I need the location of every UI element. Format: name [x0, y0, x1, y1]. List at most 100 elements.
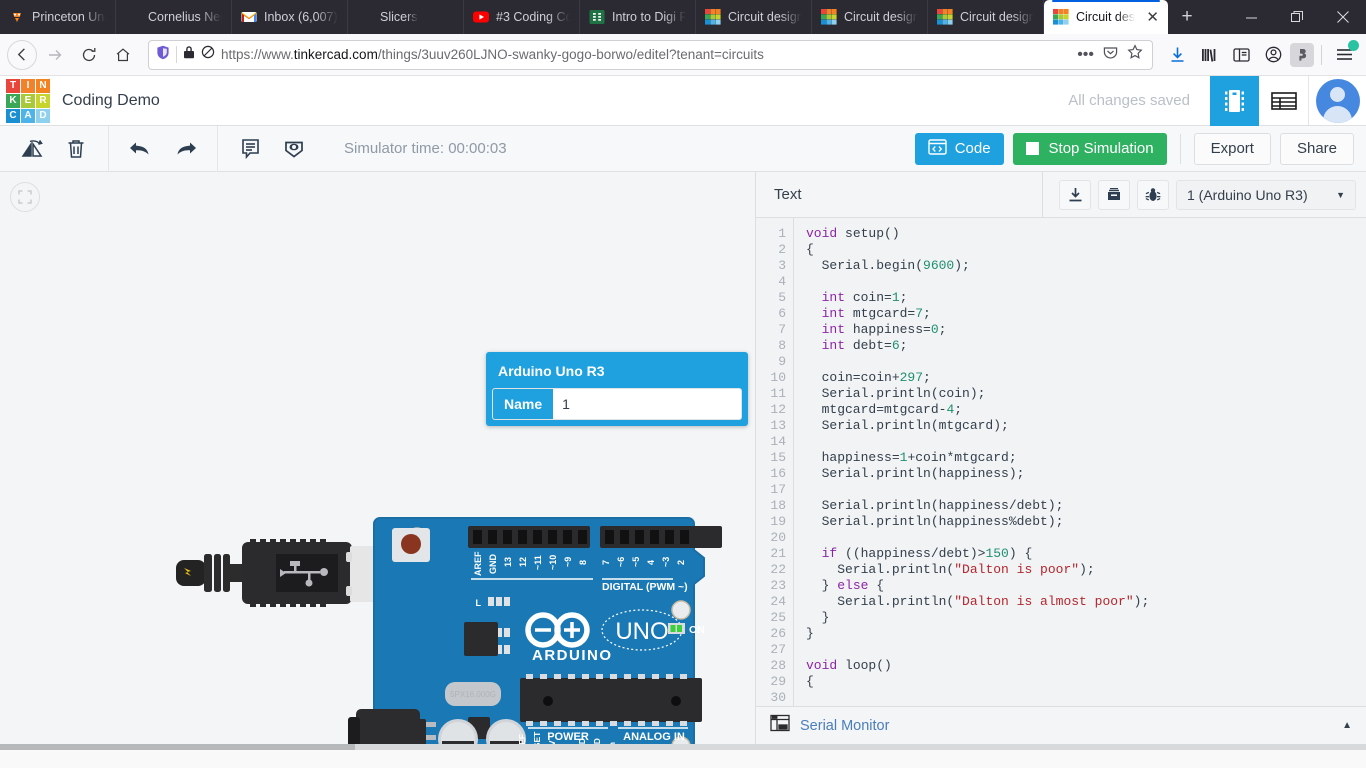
- code-line[interactable]: Serial.println(happiness%debt);: [806, 514, 1366, 530]
- tracking-protection-icon[interactable]: [201, 45, 215, 64]
- minimize-button[interactable]: [1228, 0, 1274, 34]
- code-line[interactable]: [806, 354, 1366, 370]
- redo-icon[interactable]: [163, 126, 207, 171]
- browser-tab-label: Circuit design: [728, 10, 802, 24]
- back-button[interactable]: [7, 39, 37, 70]
- browser-tab[interactable]: Intro to Digi F: [580, 0, 696, 34]
- browser-tab[interactable]: Inbox (6,007) -: [232, 0, 348, 34]
- code-line[interactable]: Serial.println(happiness);: [806, 466, 1366, 482]
- code-line-number: 25: [770, 610, 786, 625]
- restore-button[interactable]: [1274, 0, 1320, 34]
- rotate-icon[interactable]: [10, 126, 54, 171]
- browser-tab[interactable]: Cornelius Nepos: [116, 0, 232, 34]
- code-line[interactable]: Serial.println("Dalton is poor");: [806, 562, 1366, 578]
- code-line[interactable]: mtgcard=mtgcard-4;: [806, 402, 1366, 418]
- scrollbar-thumb[interactable]: [0, 744, 355, 750]
- component-inspector[interactable]: Arduino Uno R3 Name 1: [486, 352, 748, 426]
- board-selector[interactable]: 1 (Arduino Uno R3) ▼: [1176, 179, 1356, 210]
- code-line[interactable]: }: [806, 610, 1366, 626]
- notes-icon[interactable]: [228, 126, 272, 171]
- account-icon[interactable]: [1258, 40, 1288, 70]
- inspector-name-input[interactable]: 1: [553, 389, 741, 419]
- code-line[interactable]: [806, 642, 1366, 658]
- close-icon[interactable]: ✕: [1146, 10, 1159, 25]
- browser-tab[interactable]: Circuit design: [928, 0, 1044, 34]
- logo-cell: D: [36, 108, 50, 123]
- hide-icon[interactable]: [272, 126, 316, 171]
- serial-monitor-bar[interactable]: Serial Monitor ▲: [756, 706, 1366, 744]
- downloads-icon[interactable]: [1162, 40, 1192, 70]
- horizontal-scrollbar[interactable]: [0, 744, 1366, 750]
- code-line[interactable]: [806, 434, 1366, 450]
- forward-button[interactable]: [39, 39, 71, 71]
- code-line[interactable]: int coin=1;: [806, 290, 1366, 306]
- svg-text:GND: GND: [592, 738, 602, 744]
- library-icon[interactable]: [1098, 179, 1130, 210]
- code-line[interactable]: int mtgcard=7;: [806, 306, 1366, 322]
- code-button[interactable]: Code: [914, 132, 1004, 165]
- code-line[interactable]: } else {: [806, 578, 1366, 594]
- excel-icon: [589, 9, 605, 25]
- code-line[interactable]: if ((happiness/debt)>150) {: [806, 546, 1366, 562]
- undo-icon[interactable]: [119, 126, 163, 171]
- tinkercad-logo[interactable]: TIN KER CAD: [0, 78, 52, 123]
- table-view-icon[interactable]: [1259, 76, 1308, 126]
- user-avatar[interactable]: [1308, 76, 1366, 125]
- menu-icon[interactable]: [1329, 39, 1359, 70]
- home-button[interactable]: [107, 39, 139, 71]
- code-line[interactable]: [806, 274, 1366, 290]
- stop-simulation-button[interactable]: Stop Simulation: [1012, 132, 1167, 165]
- close-button[interactable]: [1320, 0, 1366, 34]
- browser-tab[interactable]: Slicers: [348, 0, 464, 34]
- code-line[interactable]: Serial.begin(9600);: [806, 258, 1366, 274]
- browser-tab-label: #3 Coding Co: [496, 10, 570, 24]
- code-line[interactable]: [806, 482, 1366, 498]
- export-button[interactable]: Export: [1193, 132, 1271, 165]
- components-panel-icon[interactable]: [1210, 75, 1259, 126]
- code-line[interactable]: happiness=1+coin*mtgcard;: [806, 450, 1366, 466]
- code-editor[interactable]: 1 2 3 4 5 6 7 8 9 10 11 12 13 14 15 16 17 18 19 20 21 22 23 24 2…: [756, 218, 1366, 706]
- code-line[interactable]: int debt=6;: [806, 338, 1366, 354]
- code-line[interactable]: coin=coin+297;: [806, 370, 1366, 386]
- browser-tab[interactable]: Circuit des ✕: [1044, 0, 1168, 34]
- browser-tab[interactable]: #3 Coding Co: [464, 0, 580, 34]
- fullscreen-icon[interactable]: [10, 182, 40, 212]
- chevron-up-icon[interactable]: ▲: [1342, 720, 1352, 731]
- arduino-uno-r3-board[interactable]: AREF GND 13 12 ~11 ~10 ~9 8 7 ~6 ~5 4 ~3…: [168, 512, 728, 744]
- code-line[interactable]: {: [806, 242, 1366, 258]
- shield-icon[interactable]: [156, 45, 170, 65]
- download-icon[interactable]: [1059, 179, 1091, 210]
- browser-tab[interactable]: Circuit design: [812, 0, 928, 34]
- document-title[interactable]: Coding Demo: [62, 92, 160, 110]
- code-line[interactable]: Serial.println(happiness/debt);: [806, 498, 1366, 514]
- new-tab-button[interactable]: +: [1168, 0, 1206, 34]
- circuit-canvas[interactable]: AREF GND 13 12 ~11 ~10 ~9 8 7 ~6 ~5 4 ~3…: [0, 172, 755, 744]
- share-button[interactable]: Share: [1279, 132, 1354, 165]
- code-line-number: 12: [770, 402, 786, 417]
- logo-cell: N: [36, 78, 50, 93]
- code-line[interactable]: Serial.println(mtgcard);: [806, 418, 1366, 434]
- code-line[interactable]: void loop(): [806, 658, 1366, 674]
- browser-tab[interactable]: Circuit design: [696, 0, 812, 34]
- bookmark-star-icon[interactable]: [1127, 44, 1143, 65]
- code-line[interactable]: }: [806, 626, 1366, 642]
- page-actions-icon[interactable]: •••: [1077, 46, 1094, 62]
- extension-icon[interactable]: [1290, 42, 1314, 67]
- url-bar[interactable]: https://www.tinkercad.com/things/3uuv260…: [148, 39, 1153, 70]
- debug-icon[interactable]: [1137, 179, 1169, 210]
- library-icon[interactable]: [1194, 40, 1224, 70]
- code-text[interactable]: void setup(){ Serial.begin(9600); int co…: [794, 218, 1366, 706]
- code-line[interactable]: {: [806, 674, 1366, 690]
- delete-icon[interactable]: [54, 126, 98, 171]
- code-line[interactable]: Serial.println("Dalton is almost poor");: [806, 594, 1366, 610]
- pocket-icon[interactable]: [1103, 45, 1118, 65]
- browser-tab[interactable]: Princeton Uni: [0, 0, 116, 34]
- code-line[interactable]: [806, 690, 1366, 706]
- code-line[interactable]: int happiness=0;: [806, 322, 1366, 338]
- reload-button[interactable]: [73, 39, 105, 71]
- svg-text:13: 13: [503, 557, 513, 567]
- sidebar-icon[interactable]: [1226, 40, 1256, 70]
- code-line[interactable]: Serial.println(coin);: [806, 386, 1366, 402]
- code-line[interactable]: [806, 530, 1366, 546]
- code-line[interactable]: void setup(): [806, 226, 1366, 242]
